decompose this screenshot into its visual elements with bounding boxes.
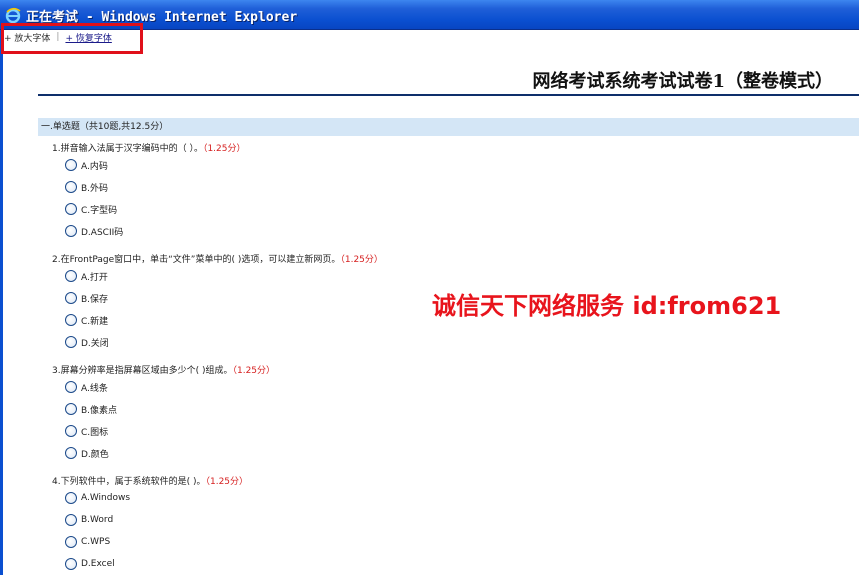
option-label: C.字型码 [81, 205, 118, 216]
highlight-box [1, 23, 143, 54]
question-text: 4.下列软件中，属于系统软件的是( )。 [52, 477, 206, 487]
option-1d[interactable]: D.ASCII码 [65, 224, 123, 238]
option-label: D.颜色 [81, 449, 109, 460]
option-label: B.外码 [81, 183, 109, 194]
radio-button-icon[interactable] [65, 403, 77, 415]
option-4b[interactable]: B.Word [65, 513, 113, 527]
radio-button-icon[interactable] [65, 336, 77, 348]
option-2d[interactable]: D.关闭 [65, 335, 109, 349]
radio-button-icon[interactable] [65, 225, 77, 237]
option-1b[interactable]: B.外码 [65, 180, 108, 194]
question-text: 2.在FrontPage窗口中，单击“文件”菜单中的( )选项，可以建立新网页。 [52, 255, 341, 265]
option-4d[interactable]: D.Excel [65, 557, 115, 571]
radio-button-icon[interactable] [65, 514, 77, 526]
option-3c[interactable]: C.图标 [65, 424, 108, 438]
question-text: 1.拼音输入法属于汉字编码中的（ ）。 [52, 144, 203, 154]
option-4c[interactable]: C.WPS [65, 535, 110, 549]
question-1: 1.拼音输入法属于汉字编码中的（ ）。（1.25分） [52, 141, 246, 154]
option-label: B.Word [81, 515, 114, 525]
radio-button-icon[interactable] [65, 381, 77, 393]
option-label: D.ASCII码 [81, 227, 124, 238]
radio-button-icon[interactable] [65, 181, 77, 193]
option-label: C.图标 [81, 427, 109, 438]
option-1a[interactable]: A.内码 [65, 158, 108, 172]
title-divider [38, 94, 859, 96]
radio-button-icon[interactable] [65, 447, 77, 459]
radio-button-icon[interactable] [65, 270, 77, 282]
question-score: （1.25分） [205, 477, 249, 487]
option-label: A.线条 [81, 383, 108, 394]
option-label: C.新建 [81, 316, 109, 327]
question-score: （1.25分） [232, 366, 276, 376]
question-3: 3.屏幕分辨率是指屏幕区域由多少个( )组成。（1.25分） [52, 363, 275, 376]
exam-title: 网络考试系统考试试卷1（整卷模式） [532, 71, 833, 92]
option-label: D.Excel [81, 559, 115, 569]
internet-explorer-icon [5, 7, 21, 23]
option-4a[interactable]: A.Windows [65, 491, 130, 505]
option-label: A.打开 [81, 272, 108, 283]
option-2c[interactable]: C.新建 [65, 313, 108, 327]
option-2a[interactable]: A.打开 [65, 269, 108, 283]
option-3d[interactable]: D.颜色 [65, 446, 109, 460]
question-score: （1.25分） [340, 255, 383, 265]
question-2: 2.在FrontPage窗口中，单击“文件”菜单中的( )选项，可以建立新网页。… [52, 252, 383, 265]
section-header: 一.单选题（共10题,共12.5分） [38, 118, 859, 136]
option-1c[interactable]: C.字型码 [65, 202, 117, 216]
window-frame-left [0, 30, 3, 575]
option-3b[interactable]: B.像素点 [65, 402, 117, 416]
radio-button-icon[interactable] [65, 203, 77, 215]
question-text: 3.屏幕分辨率是指屏幕区域由多少个( )组成。 [52, 366, 233, 376]
option-label: B.像素点 [81, 405, 118, 416]
option-2b[interactable]: B.保存 [65, 291, 108, 305]
radio-button-icon[interactable] [65, 492, 77, 504]
option-3a[interactable]: A.线条 [65, 380, 108, 394]
radio-button-icon[interactable] [65, 292, 77, 304]
radio-button-icon[interactable] [65, 425, 77, 437]
question-score: （1.25分） [202, 144, 246, 154]
radio-button-icon[interactable] [65, 159, 77, 171]
question-4: 4.下列软件中，属于系统软件的是( )。（1.25分） [52, 474, 248, 487]
option-label: B.保存 [81, 294, 109, 305]
watermark-text: 诚信天下网络服务 id:from621 [432, 292, 782, 320]
option-label: C.WPS [81, 537, 111, 547]
option-label: A.Windows [81, 493, 131, 503]
option-label: D.关闭 [81, 338, 109, 349]
radio-button-icon[interactable] [65, 558, 77, 570]
radio-button-icon[interactable] [65, 314, 77, 326]
option-label: A.内码 [81, 161, 108, 172]
radio-button-icon[interactable] [65, 536, 77, 548]
